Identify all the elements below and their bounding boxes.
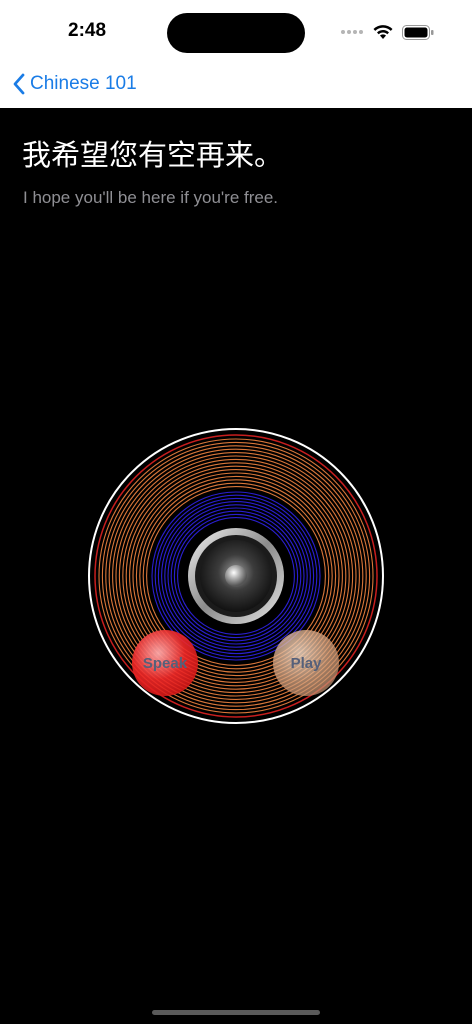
status-bar: 2:48 xyxy=(0,0,472,60)
speaker-icon xyxy=(188,528,284,624)
battery-icon xyxy=(402,24,434,40)
signal-icon xyxy=(341,30,363,34)
back-button[interactable]: Chinese 101 xyxy=(12,68,137,100)
disc-rings xyxy=(88,428,384,724)
phrase-chinese: 我希望您有空再来。 xyxy=(22,138,284,172)
audio-player-disc: Speak Play xyxy=(86,426,386,726)
wifi-icon xyxy=(373,25,393,39)
back-button-label: Chinese 101 xyxy=(30,73,137,94)
status-icons xyxy=(340,22,434,42)
navigation-bar: Chinese 101 xyxy=(0,60,472,108)
status-time: 2:48 xyxy=(68,20,107,41)
speak-button[interactable]: Speak xyxy=(132,630,198,696)
lesson-content: 我希望您有空再来。 I hope you'll be here if you'r… xyxy=(0,108,472,1024)
play-button[interactable]: Play xyxy=(273,630,339,696)
dynamic-island xyxy=(167,13,305,53)
home-indicator xyxy=(152,1010,320,1015)
chevron-left-icon xyxy=(13,73,25,95)
phrase-english: I hope you'll be here if you're free. xyxy=(23,188,279,207)
